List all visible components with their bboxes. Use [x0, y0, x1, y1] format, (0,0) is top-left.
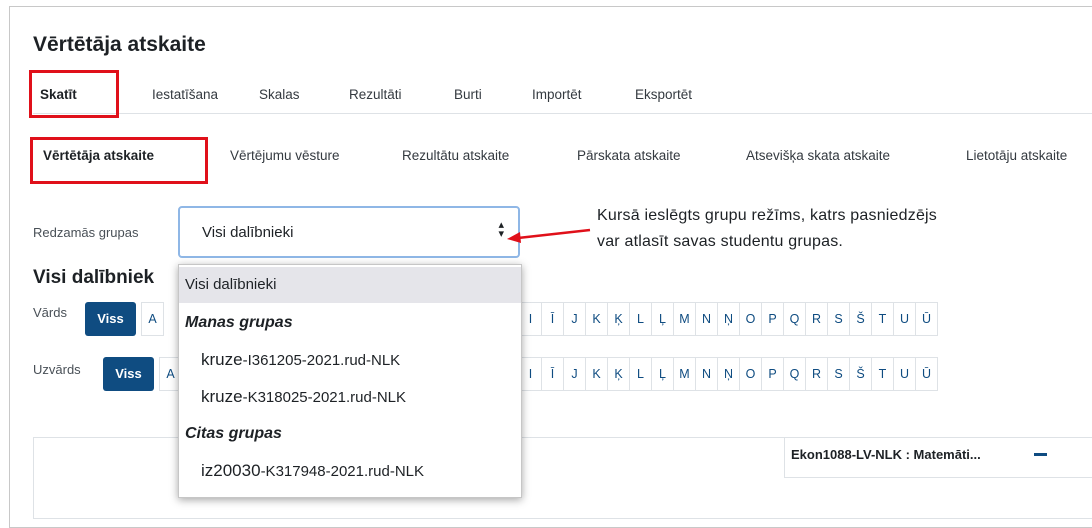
first-name-letter-button[interactable]: S	[827, 302, 850, 336]
last-name-letter-button[interactable]: O	[739, 357, 762, 391]
last-name-letter-button[interactable]: K	[585, 357, 608, 391]
annotation-text: Kursā ieslēgts grupu režīms, katrs pasni…	[597, 203, 937, 255]
first-name-letter-button[interactable]: L	[629, 302, 652, 336]
tab-scales[interactable]: Skalas	[259, 80, 300, 110]
tab-import[interactable]: Importēt	[532, 80, 582, 110]
tab-outcomes[interactable]: Rezultāti	[349, 80, 402, 110]
tab-letters[interactable]: Burti	[454, 80, 482, 110]
first-name-letter-button[interactable]: M	[673, 302, 696, 336]
last-name-letter-button[interactable]: Ī	[541, 357, 564, 391]
last-name-letter-button[interactable]: Ķ	[607, 357, 630, 391]
last-name-letter-button[interactable]: Ū	[915, 357, 938, 391]
group-owner-name: kruze	[201, 350, 243, 369]
last-name-letter-button[interactable]: Ļ	[651, 357, 674, 391]
last-name-letter-button[interactable]: T	[871, 357, 894, 391]
group-code: -K317948-2021.rud-NLK	[260, 463, 425, 480]
first-name-letter-button[interactable]: Ū	[915, 302, 938, 336]
grade-header-divider	[784, 477, 1092, 478]
first-name-letter-button[interactable]: U	[893, 302, 916, 336]
last-name-letter-button[interactable]: Š	[849, 357, 872, 391]
dropdown-option-label: Visi dalībnieki	[185, 276, 277, 293]
group-dropdown-list: Visi dalībnieki Manas grupas kruze-I3612…	[178, 264, 522, 498]
first-name-letter-button[interactable]: T	[871, 302, 894, 336]
page-title: Vērtētāja atskaite	[33, 33, 206, 56]
last-name-letters: IĪJKĶLĻMNŅOPQRSŠTUŪ	[519, 357, 938, 391]
last-name-letter-button[interactable]: Ņ	[717, 357, 740, 391]
group-select-value: Visi dalībnieki	[202, 224, 294, 241]
group-owner-name: kruze	[201, 387, 243, 406]
last-name-letter-button[interactable]: U	[893, 357, 916, 391]
dropdown-option-selected[interactable]: Visi dalībnieki	[179, 267, 521, 303]
subtab-single-view[interactable]: Atsevišķa skata atskaite	[746, 148, 890, 163]
dropdown-option[interactable]: iz20030-K317948-2021.rud-NLK	[179, 459, 521, 489]
red-arrow-icon	[507, 228, 591, 243]
first-name-letter-button[interactable]: Ī	[541, 302, 564, 336]
participants-heading: Visi dalībniek	[33, 267, 155, 288]
first-name-letter-button[interactable]: P	[761, 302, 784, 336]
last-name-letter-button[interactable]: M	[673, 357, 696, 391]
group-code: -K318025-2021.rud-NLK	[242, 389, 407, 406]
first-name-filter-label: Vārds	[33, 305, 67, 320]
last-name-letter-button[interactable]: J	[563, 357, 586, 391]
first-name-letter-button[interactable]: Q	[783, 302, 806, 336]
last-name-letter-button[interactable]: Q	[783, 357, 806, 391]
collapse-minus-icon[interactable]	[1034, 453, 1047, 456]
first-name-letters: IĪJKĶLĻMNŅOPQRSŠTUŪ	[519, 302, 938, 336]
last-name-letter-button[interactable]: S	[827, 357, 850, 391]
group-select[interactable]: Visi dalībnieki ▴ ▾	[178, 206, 520, 258]
tab-export[interactable]: Eksportēt	[635, 80, 692, 110]
dropdown-option[interactable]: kruze-I361205-2021.rud-NLK	[179, 348, 521, 378]
highlight-box-view-tab	[29, 70, 119, 118]
first-name-letter-button[interactable]: Š	[849, 302, 872, 336]
highlight-box-grader-report	[30, 137, 208, 184]
first-name-letter-button[interactable]: Ķ	[607, 302, 630, 336]
first-name-letter-button[interactable]: O	[739, 302, 762, 336]
subtab-grade-history[interactable]: Vērtējumu vēsture	[230, 148, 340, 163]
last-name-all-button[interactable]: Viss	[103, 357, 154, 391]
tab-divider	[33, 113, 1092, 114]
annotation-line-1: Kursā ieslēgts grupu režīms, katrs pasni…	[597, 207, 938, 224]
first-name-letter-button[interactable]: N	[695, 302, 718, 336]
first-name-letter-button[interactable]: I	[519, 302, 542, 336]
last-name-letter-button[interactable]: R	[805, 357, 828, 391]
group-code: -I361205-2021.rud-NLK	[242, 352, 401, 369]
grade-item-title[interactable]: Ekon1088-LV-NLK : Matemāti...	[791, 447, 981, 462]
first-name-letters-left: A	[141, 302, 164, 336]
first-name-letter-button[interactable]: J	[563, 302, 586, 336]
last-name-letter-button[interactable]: I	[519, 357, 542, 391]
annotation-line-2: var atlasīt savas studentu grupas.	[597, 233, 844, 250]
dropdown-option[interactable]: kruze-K318025-2021.rud-NLK	[179, 385, 521, 415]
last-name-letter-button[interactable]: N	[695, 357, 718, 391]
subtab-outcomes-report[interactable]: Rezultātu atskaite	[402, 148, 509, 163]
group-selector-label: Redzamās grupas	[33, 225, 139, 240]
first-name-letter-button[interactable]: Ļ	[651, 302, 674, 336]
last-name-letter-button[interactable]: P	[761, 357, 784, 391]
first-name-all-button[interactable]: Viss	[85, 302, 136, 336]
group-owner-name: iz20030	[201, 461, 261, 480]
tab-setup[interactable]: Iestatīšana	[152, 80, 218, 110]
optgroup-my-groups: Manas grupas	[185, 314, 293, 331]
subtab-user-report[interactable]: Lietotāju atskaite	[966, 148, 1067, 163]
first-name-letter-button[interactable]: K	[585, 302, 608, 336]
first-name-letter-button[interactable]: Ņ	[717, 302, 740, 336]
subtab-overview-report[interactable]: Pārskata atskaite	[577, 148, 681, 163]
optgroup-other-groups: Citas grupas	[185, 425, 282, 442]
first-name-letter-button[interactable]: R	[805, 302, 828, 336]
first-name-letter-button[interactable]: A	[141, 302, 164, 336]
last-name-filter-label: Uzvārds	[33, 362, 81, 377]
last-name-letter-button[interactable]: L	[629, 357, 652, 391]
